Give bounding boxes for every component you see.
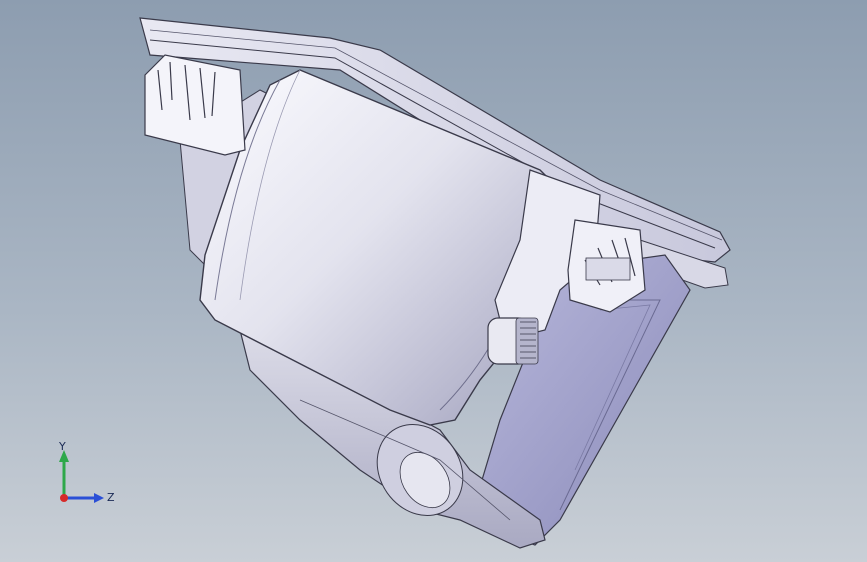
z-axis-label: Z (107, 491, 115, 504)
left-clip-bracket[interactable] (144, 54, 246, 156)
x-axis-dot (60, 494, 68, 502)
y-axis-label: Y (58, 440, 66, 453)
3d-graphics-area[interactable]: Y Z (0, 0, 867, 562)
gear-teeth (515, 317, 539, 365)
z-axis-arrow (94, 493, 104, 503)
coordinate-triad: Y Z (58, 440, 115, 504)
clip-tab (585, 257, 631, 281)
camera-housing-model[interactable] (0, 0, 867, 562)
